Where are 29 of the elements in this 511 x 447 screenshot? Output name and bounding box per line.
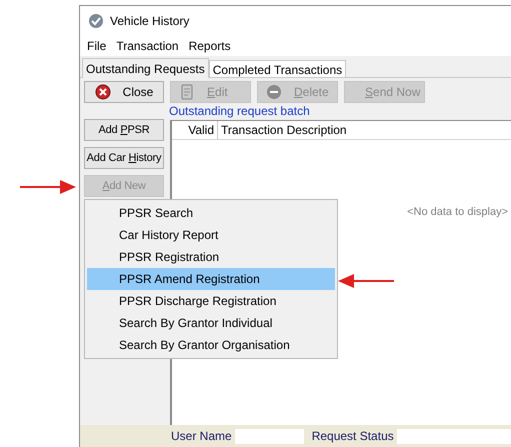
empty-message: <No data to display>	[407, 205, 508, 220]
tab[interactable]: Completed Transactions	[208, 60, 346, 77]
menu-item[interactable]: Search By Grantor Organisation	[87, 334, 335, 356]
status-label: Request Status	[312, 428, 394, 445]
menu-item[interactable]: PPSR Search	[87, 202, 335, 224]
menu-item[interactable]: File	[82, 37, 112, 55]
page-icon	[179, 84, 195, 100]
column-header[interactable]: Valid	[172, 121, 218, 139]
arrow-drawing	[338, 274, 394, 288]
status-field	[234, 428, 304, 444]
app-icon	[88, 13, 104, 29]
minus-circle-icon	[266, 84, 282, 100]
menu-item[interactable]: Reports	[184, 37, 236, 55]
menu-item[interactable]: Car History Report	[87, 224, 335, 246]
toolbar-button[interactable]: Close	[84, 81, 164, 103]
side-button[interactable]: Add Car History	[84, 147, 164, 169]
window-title: Vehicle History	[110, 13, 190, 30]
status-label: User Name	[171, 428, 232, 445]
close-icon	[94, 84, 111, 100]
batch-label: Outstanding request batch	[169, 104, 311, 119]
menu-item[interactable]: PPSR Registration	[87, 246, 335, 268]
menu-item[interactable]: PPSR Amend Registration	[87, 268, 335, 290]
menu-item[interactable]: PPSR Discharge Registration	[87, 290, 335, 312]
menu-item[interactable]: Transaction	[111, 37, 184, 55]
column-header[interactable]: Transaction Description	[218, 121, 347, 139]
tab[interactable]: Outstanding Requests	[82, 58, 209, 78]
menu-item[interactable]: Search By Grantor Individual	[87, 312, 335, 334]
side-button[interactable]: Add PPSR	[84, 119, 164, 141]
arrow-drawing	[20, 180, 76, 194]
